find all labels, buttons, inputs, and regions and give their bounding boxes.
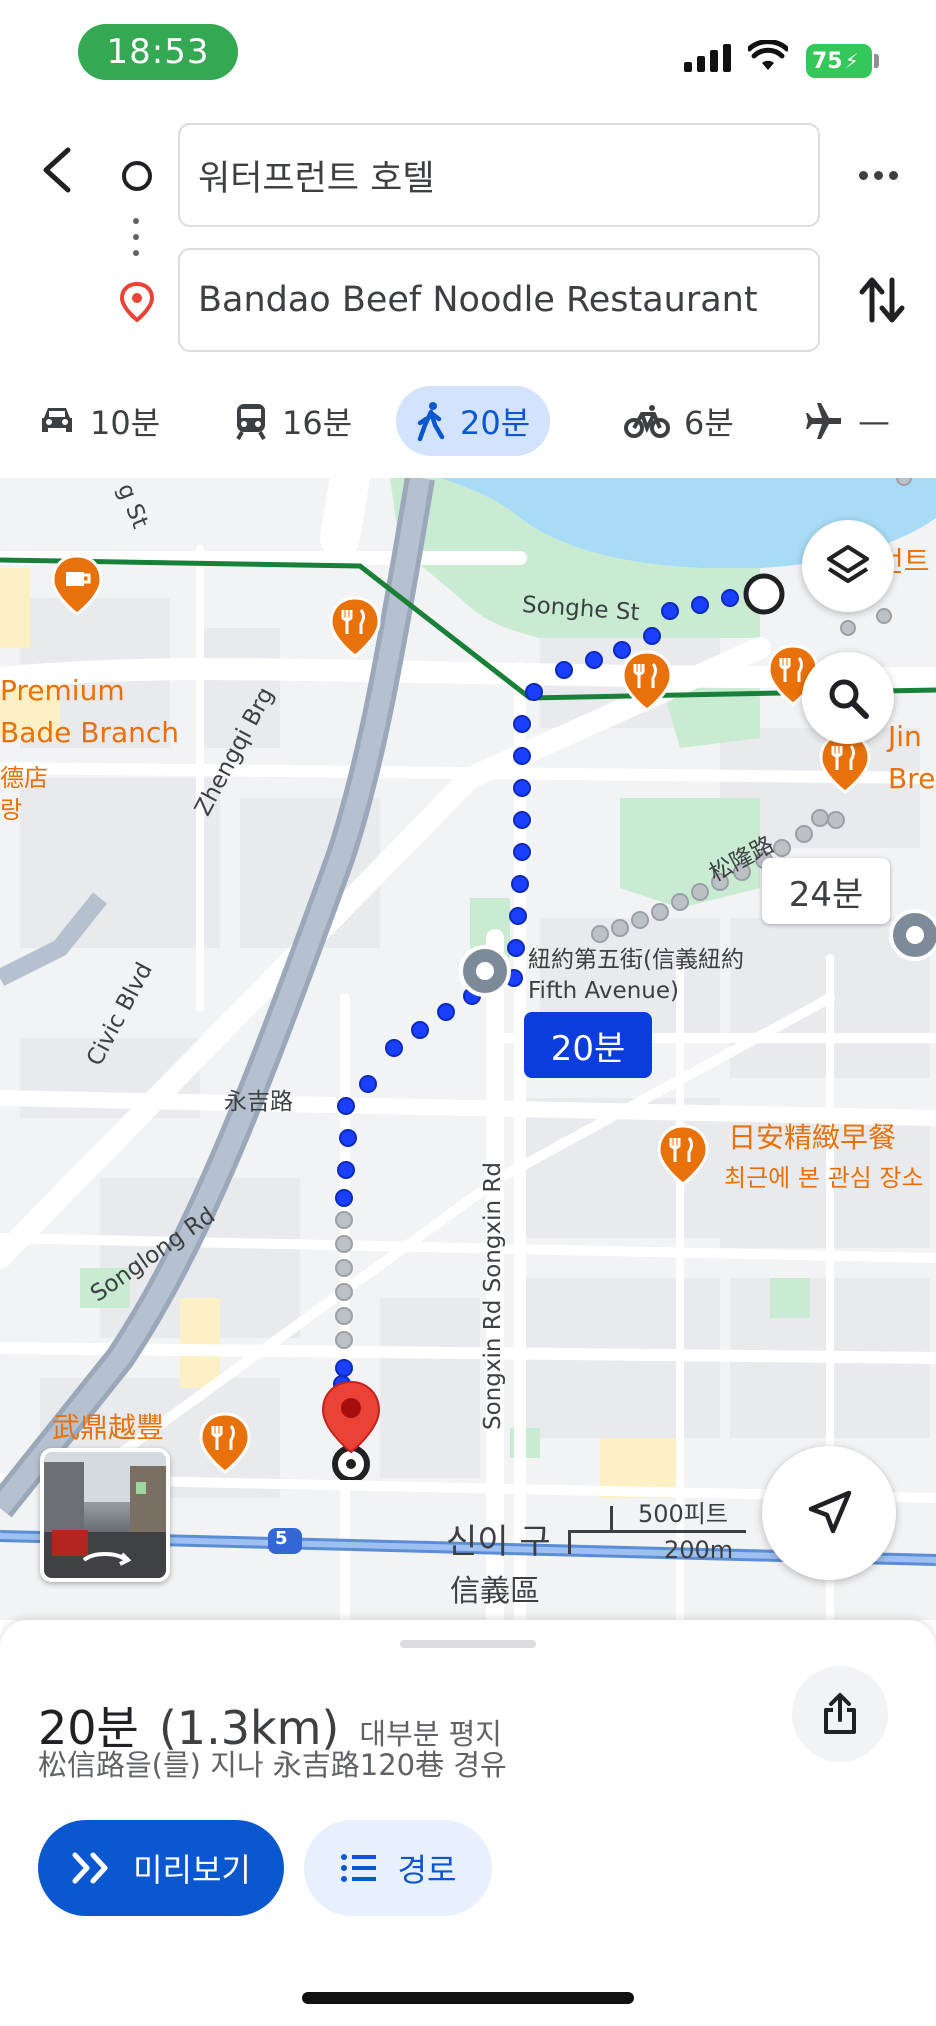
route-connector-icon [133, 218, 139, 256]
transit-station-icon[interactable] [888, 908, 936, 962]
map-scale: 500피트 200m [560, 1494, 760, 1564]
back-arrow-icon [43, 147, 71, 193]
restaurant-icon[interactable] [656, 1124, 710, 1186]
flight-icon [806, 403, 841, 439]
map-label-songxin-rd: Songxin Rd Songxin Rd [480, 1162, 506, 1430]
scale-metric: 200m [664, 1536, 734, 1564]
map-label-recently-viewed: 최근에 본 관심 장소 [724, 1164, 924, 1192]
street-view-thumbnail[interactable] [40, 1448, 170, 1582]
status-bar: 18:53 75 ⚡ [0, 0, 936, 110]
share-button[interactable] [792, 1666, 888, 1762]
steps-button[interactable]: 경로 [304, 1820, 492, 1916]
map-label-premium: Premium [0, 674, 125, 707]
tab-cycling-label: 6분 [684, 404, 734, 442]
status-time: 18:53 [78, 24, 238, 80]
list-icon [340, 1854, 376, 1882]
map-label-yongji-rd: 永吉路 [224, 1089, 293, 1115]
more-options-button[interactable] [850, 150, 906, 200]
search-button[interactable] [802, 652, 894, 744]
double-chevron-icon [72, 1852, 108, 1884]
route-shield-5: 5 [275, 1528, 288, 1549]
car-icon [42, 408, 72, 432]
map-label-jin: Jin [888, 720, 922, 753]
tab-driving-label: 10분 [90, 404, 161, 442]
back-button[interactable] [28, 140, 84, 200]
share-icon [824, 1693, 856, 1734]
wifi-icon [748, 40, 788, 70]
steps-button-label: 경로 [397, 1851, 457, 1889]
origin-field[interactable]: 워터프런트 호텔 [178, 123, 820, 227]
tab-flight[interactable]: — [784, 386, 910, 456]
map-label-rang: 랑 [0, 796, 23, 824]
swap-direction-icon[interactable] [854, 272, 910, 328]
map-label-riant: 日安精緻早餐 [728, 1121, 897, 1154]
tab-driving[interactable]: 10분 [18, 386, 180, 456]
bike-icon [624, 405, 670, 438]
tab-flight-label: — [858, 402, 890, 440]
map-label-de-store: 德店 [0, 764, 48, 792]
layers-button[interactable] [802, 520, 894, 612]
map-label-bre: Bre [888, 762, 936, 795]
destination-marker-icon[interactable] [318, 1380, 384, 1480]
tab-walking[interactable]: 20분 [396, 386, 551, 456]
preview-button-label: 미리보기 [133, 1851, 251, 1889]
battery-cap [874, 54, 879, 68]
street-view-image [44, 1452, 166, 1578]
tab-cycling[interactable]: 6분 [604, 386, 754, 456]
restaurant-icon[interactable] [198, 1412, 252, 1474]
transit-station-icon[interactable] [458, 944, 512, 998]
navigation-arrow-icon [808, 1490, 852, 1534]
route-via: 松信路을(를) 지나 永吉路120巷 경유 [38, 1748, 507, 1782]
destination-pin-icon [119, 282, 155, 322]
map-label-bade-branch: Bade Branch [0, 716, 180, 749]
route-time-label[interactable]: 20분 [524, 1012, 652, 1078]
map-label-district-ko: 신이 구 [446, 1522, 551, 1562]
map-label-district-zh: 信義區 [450, 1574, 540, 1609]
origin-circle-icon [122, 161, 152, 191]
restaurant-icon[interactable] [620, 650, 674, 712]
destination-field[interactable]: Bandao Beef Noodle Restaurant [178, 248, 820, 352]
map-label-wuding: 武鼎越豐 [52, 1411, 165, 1444]
cellular-signal-icon [684, 44, 731, 72]
battery-icon: 75 ⚡ [806, 44, 872, 78]
scale-imperial: 500피트 [638, 1500, 728, 1528]
home-indicator[interactable] [302, 1992, 634, 2004]
map-label-fifth-avenue-en: Fifth Avenue) [528, 978, 679, 1004]
tab-transit-label: 16분 [282, 404, 353, 442]
restaurant-icon[interactable] [328, 596, 382, 658]
my-location-button[interactable] [762, 1446, 896, 1580]
travel-mode-tabs: 10분 16분 20분 6분 — [0, 386, 936, 466]
tab-transit[interactable]: 16분 [214, 386, 372, 456]
scale-tick-right [610, 1506, 613, 1530]
battery-level: 75 [812, 48, 843, 74]
sheet-grabber[interactable] [400, 1640, 536, 1648]
scale-tick-left [568, 1530, 571, 1554]
cafe-icon[interactable] [50, 554, 104, 616]
tab-walking-label: 20분 [460, 404, 531, 442]
search-icon [829, 679, 869, 719]
preview-button[interactable]: 미리보기 [38, 1820, 284, 1916]
scale-bar [568, 1530, 746, 1533]
transit-icon [236, 404, 266, 440]
alt-route-time-label[interactable]: 24분 [762, 858, 890, 924]
walk-icon [417, 402, 445, 441]
layers-icon [827, 545, 869, 583]
map-label-fifth-avenue: 紐約第五街(信義紐約 [528, 947, 744, 973]
